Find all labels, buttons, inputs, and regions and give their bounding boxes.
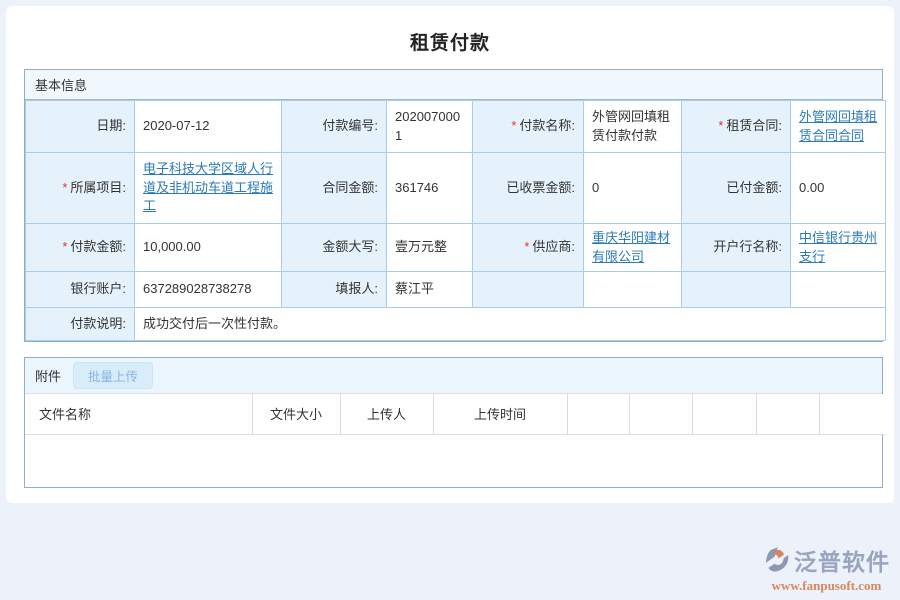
- project-label: *所属项目:: [26, 153, 135, 224]
- contract-amount-label: 合同金额:: [282, 153, 387, 224]
- preparer-value: 蔡江平: [387, 272, 473, 308]
- payment-no-value: 2020070001: [387, 101, 473, 153]
- project-value: 电子科技大学区域人行道及非机动车道工程施工: [135, 153, 282, 224]
- batch-upload-button[interactable]: 批量上传: [73, 362, 153, 389]
- payment-name-label: *付款名称:: [473, 101, 584, 153]
- column-empty: [692, 394, 756, 434]
- required-mark: *: [62, 239, 67, 254]
- column-upload-time: 上传时间: [433, 394, 567, 434]
- supplier-label: *供应商:: [473, 224, 584, 272]
- contract-amount-value: 361746: [387, 153, 473, 224]
- empty-label-cell: [473, 272, 584, 308]
- empty-value-cell: [584, 272, 682, 308]
- attachments-title: 附件: [35, 366, 61, 385]
- attachments-header-row: 文件名称 文件大小 上传人 上传时间: [25, 394, 885, 434]
- column-empty: [629, 394, 692, 434]
- required-mark: *: [524, 239, 529, 254]
- attachments-section: 附件 批量上传 文件名称 文件大小 上传人 上传时间: [24, 357, 883, 488]
- brand-url: www.fanpusoft.com: [763, 578, 890, 594]
- brand-logo-icon: [763, 546, 791, 574]
- page-content: 基本信息 日期: 2020-07-12 付款编号: 2020070001 *付款…: [6, 55, 894, 488]
- lease-contract-label: *租赁合同:: [682, 101, 791, 153]
- table-row: 银行账户: 637289028738278 填报人: 蔡江平: [26, 272, 886, 308]
- basic-info-section: 基本信息 日期: 2020-07-12 付款编号: 2020070001 *付款…: [24, 69, 883, 342]
- payment-name-value: 外管网回填租赁付款付款: [584, 101, 682, 153]
- column-empty: [819, 394, 885, 434]
- column-empty: [756, 394, 819, 434]
- project-link[interactable]: 电子科技大学区域人行道及非机动车道工程施工: [143, 161, 273, 214]
- invoiced-amount-value: 0: [584, 153, 682, 224]
- bank-account-value: 637289028738278: [135, 272, 282, 308]
- paid-amount-label: 已付金额:: [682, 153, 791, 224]
- table-row: *付款金额: 10,000.00 金额大写: 壹万元整 *供应商: 重庆华阳建材…: [26, 224, 886, 272]
- payment-note-value: 成功交付后一次性付款。: [135, 308, 886, 341]
- brand-name: 泛普软件: [794, 543, 890, 577]
- amount-in-words-value: 壹万元整: [387, 224, 473, 272]
- table-row: 日期: 2020-07-12 付款编号: 2020070001 *付款名称: 外…: [26, 101, 886, 153]
- basic-info-header: 基本信息: [25, 70, 882, 100]
- required-mark: *: [62, 180, 67, 195]
- page-card: 租赁付款 基本信息 日期: 2020-07-12 付款编号: 202007000…: [6, 6, 894, 503]
- date-label: 日期:: [26, 101, 135, 153]
- bank-name-link[interactable]: 中信银行贵州支行: [799, 230, 877, 264]
- date-value: 2020-07-12: [135, 101, 282, 153]
- column-file-size: 文件大小: [252, 394, 340, 434]
- amount-in-words-label: 金额大写:: [282, 224, 387, 272]
- payment-amount-value: 10,000.00: [135, 224, 282, 272]
- column-file-name: 文件名称: [25, 394, 252, 434]
- attachments-table: 文件名称 文件大小 上传人 上传时间: [25, 394, 885, 435]
- preparer-label: 填报人:: [282, 272, 387, 308]
- attachments-empty-area: [25, 435, 882, 487]
- supplier-link[interactable]: 重庆华阳建材有限公司: [592, 230, 670, 264]
- page-title: 租赁付款: [6, 6, 894, 55]
- column-empty: [567, 394, 629, 434]
- column-uploader: 上传人: [340, 394, 433, 434]
- bank-name-label: 开户行名称:: [682, 224, 791, 272]
- table-row: 付款说明: 成功交付后一次性付款。: [26, 308, 886, 341]
- paid-amount-value: 0.00: [791, 153, 886, 224]
- payment-amount-label: *付款金额:: [26, 224, 135, 272]
- required-mark: *: [718, 118, 723, 133]
- invoiced-amount-label: 已收票金额:: [473, 153, 584, 224]
- bank-account-label: 银行账户:: [26, 272, 135, 308]
- required-mark: *: [511, 118, 516, 133]
- payment-no-label: 付款编号:: [282, 101, 387, 153]
- brand-footer: 泛普软件 www.fanpusoft.com: [763, 543, 890, 594]
- lease-contract-link[interactable]: 外管网回填租赁合同合同: [799, 109, 877, 143]
- attachments-header: 附件 批量上传: [25, 358, 882, 394]
- table-row: *所属项目: 电子科技大学区域人行道及非机动车道工程施工 合同金额: 36174…: [26, 153, 886, 224]
- lease-contract-value: 外管网回填租赁合同合同: [791, 101, 886, 153]
- empty-value-cell: [791, 272, 886, 308]
- basic-info-table: 日期: 2020-07-12 付款编号: 2020070001 *付款名称: 外…: [25, 100, 886, 341]
- supplier-value: 重庆华阳建材有限公司: [584, 224, 682, 272]
- empty-label-cell: [682, 272, 791, 308]
- bank-name-value: 中信银行贵州支行: [791, 224, 886, 272]
- payment-note-label: 付款说明:: [26, 308, 135, 341]
